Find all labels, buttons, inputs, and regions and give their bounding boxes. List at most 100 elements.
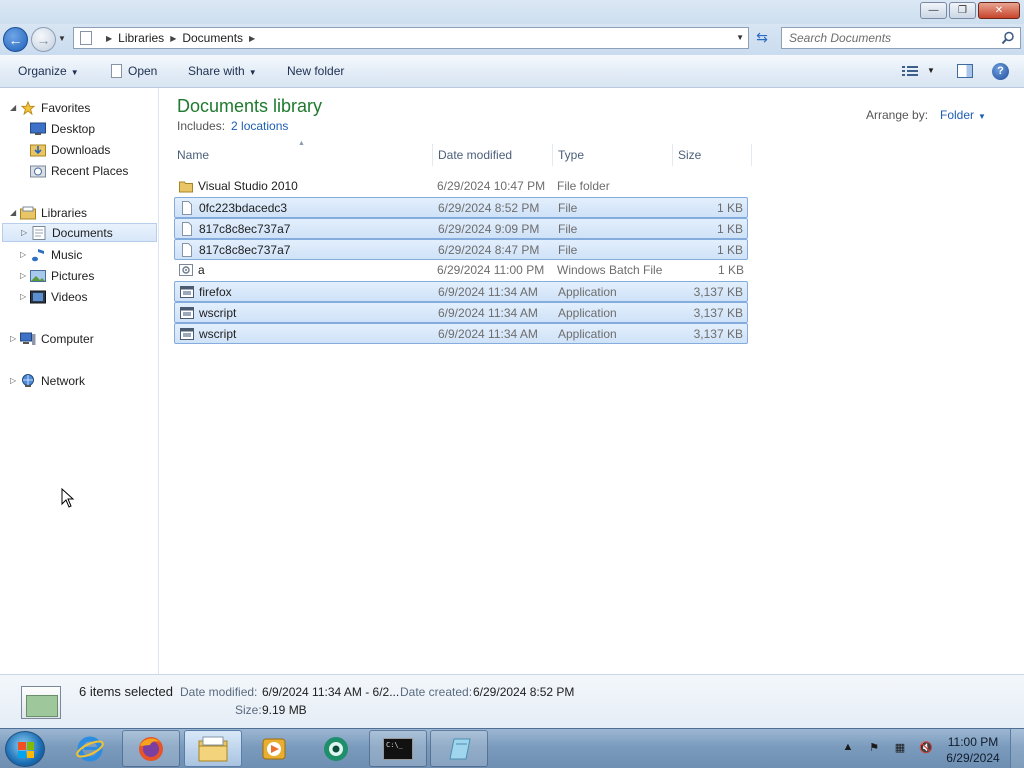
file-name: Visual Studio 2010 xyxy=(198,179,298,193)
expand-arrow-icon[interactable]: ◢ xyxy=(10,103,20,112)
locations-link[interactable]: 2 locations xyxy=(231,119,288,133)
expand-arrow-icon[interactable]: ◢ xyxy=(10,208,20,217)
nav-item-documents[interactable]: ▷ Documents xyxy=(2,223,157,242)
breadcrumb-documents[interactable]: Documents xyxy=(182,31,243,45)
close-button[interactable]: ✕ xyxy=(978,2,1020,19)
nav-item-recent-places[interactable]: Recent Places xyxy=(30,161,128,180)
chevron-right-icon[interactable]: ▶ xyxy=(106,34,112,43)
expand-arrow-icon[interactable]: ▷ xyxy=(20,250,30,259)
firefox-icon xyxy=(139,736,163,761)
file-row[interactable]: 0fc223bdacedc3 6/29/2024 8:52 PM File 1 KB xyxy=(174,197,748,218)
file-row[interactable]: wscript 6/9/2024 11:34 AM Application 3,137… xyxy=(174,323,748,344)
clock[interactable]: 11:00 PM 6/29/2024 xyxy=(944,734,1002,766)
taskbar-windows-explorer[interactable] xyxy=(184,730,242,767)
search-icon[interactable] xyxy=(1001,31,1015,45)
file-type: Application xyxy=(558,285,617,299)
file-name: firefox xyxy=(199,285,232,299)
nav-item-label: Videos xyxy=(51,289,88,304)
start-button[interactable] xyxy=(5,731,45,767)
file-row[interactable]: Visual Studio 2010 6/29/2024 10:47 PM File… xyxy=(174,176,748,197)
back-button[interactable]: ← xyxy=(3,27,28,52)
nav-item-desktop[interactable]: Desktop xyxy=(30,119,95,138)
column-header-size[interactable]: Size xyxy=(673,144,752,166)
taskbar-webcam-app[interactable] xyxy=(307,730,365,767)
address-dropdown-icon[interactable]: ▼ xyxy=(736,33,744,42)
file-date-modified: 6/9/2024 11:34 AM xyxy=(438,327,538,341)
file-row[interactable]: wscript 6/9/2024 11:34 AM Application 3,137… xyxy=(174,302,748,323)
file-icon xyxy=(180,201,194,215)
music-icon xyxy=(32,248,44,261)
file-date-modified: 6/29/2024 11:00 PM xyxy=(437,263,545,277)
star-icon xyxy=(20,100,36,115)
nav-item-label: Desktop xyxy=(51,121,96,136)
network-status-icon[interactable]: ▦ xyxy=(892,739,908,755)
explorer-icon xyxy=(198,736,228,761)
date-created-label: Date created: xyxy=(400,685,473,699)
expand-arrow-icon[interactable]: ▷ xyxy=(20,271,30,280)
organize-button[interactable]: Organize ▼ xyxy=(18,64,79,78)
share-with-button[interactable]: Share with ▼ xyxy=(188,64,257,78)
refresh-icon[interactable]: ⇆ xyxy=(752,29,772,47)
taskbar-internet-explorer[interactable] xyxy=(61,730,119,767)
desktop-icon xyxy=(30,122,46,135)
nav-item-pictures[interactable]: ▷ Pictures xyxy=(20,266,94,285)
new-folder-button[interactable]: New folder xyxy=(287,64,344,78)
chevron-down-icon: ▼ xyxy=(70,68,79,77)
pictures-icon xyxy=(30,269,46,282)
application-icon xyxy=(180,327,194,341)
recent-places-icon xyxy=(30,165,46,177)
open-button[interactable]: Open xyxy=(111,64,157,78)
column-header-type[interactable]: Type xyxy=(553,144,673,166)
file-name: wscript xyxy=(199,306,237,320)
volume-muted-icon[interactable]: 🔇 xyxy=(918,739,934,755)
show-hidden-icons-icon[interactable]: ▲ xyxy=(840,739,856,755)
file-size: 1 KB xyxy=(717,263,744,277)
column-header-date-modified[interactable]: Date modified xyxy=(433,144,553,166)
nav-computer[interactable]: ▷ Computer xyxy=(10,329,94,348)
date-modified-value: 6/9/2024 11:34 AM - 6/2... xyxy=(262,685,400,699)
application-icon xyxy=(180,285,194,299)
internet-explorer-icon xyxy=(76,736,104,761)
forward-button[interactable]: → xyxy=(31,27,56,52)
show-desktop-button[interactable] xyxy=(1010,729,1024,768)
file-row[interactable]: 817c8c8ec737a7 6/29/2024 9:09 PM File 1 KB xyxy=(174,218,748,239)
arrange-by-dropdown[interactable]: Folder ▼ xyxy=(940,108,986,122)
file-type: File folder xyxy=(557,179,610,193)
nav-libraries[interactable]: ◢ Libraries xyxy=(10,203,87,222)
nav-item-videos[interactable]: ▷ Videos xyxy=(20,287,87,306)
view-options-dropdown[interactable]: ▼ xyxy=(927,66,935,75)
nav-item-downloads[interactable]: Downloads xyxy=(30,140,110,159)
taskbar-command-prompt[interactable]: C:\_ xyxy=(369,730,427,767)
file-row[interactable]: a 6/29/2024 11:00 PM Windows Batch File 1 K… xyxy=(174,260,748,281)
address-bar[interactable]: ▶ Libraries ▶ Documents ▶ ▼ xyxy=(73,27,749,49)
taskbar-notepad[interactable] xyxy=(430,730,488,767)
expand-arrow-icon[interactable]: ▷ xyxy=(21,228,31,237)
breadcrumb-libraries[interactable]: Libraries xyxy=(118,31,164,45)
chevron-right-icon[interactable]: ▶ xyxy=(170,34,176,43)
taskbar-media-player[interactable] xyxy=(245,730,303,767)
help-icon[interactable]: ? xyxy=(992,63,1009,80)
date-created-value: 6/29/2024 8:52 PM xyxy=(473,685,575,699)
nav-network[interactable]: ▷ Network xyxy=(10,371,85,390)
expand-arrow-icon[interactable]: ▷ xyxy=(10,334,20,343)
library-title: Documents library xyxy=(177,96,323,116)
preview-pane-icon[interactable] xyxy=(957,64,973,78)
taskbar-firefox[interactable] xyxy=(122,730,180,767)
expand-arrow-icon[interactable]: ▷ xyxy=(20,292,30,301)
nav-item-label: Music xyxy=(51,247,83,262)
nav-item-music[interactable]: ▷ Music xyxy=(20,245,82,264)
change-view-icon[interactable] xyxy=(902,65,918,77)
computer-icon xyxy=(20,332,36,345)
column-header-name[interactable]: Name xyxy=(172,144,433,166)
size-label: Size: xyxy=(235,703,262,717)
expand-arrow-icon[interactable]: ▷ xyxy=(10,376,20,385)
action-center-flag-icon[interactable]: ⚑ xyxy=(866,739,882,755)
maximize-button[interactable]: ❐ xyxy=(949,2,976,19)
file-row[interactable]: 817c8c8ec737a7 6/29/2024 8:47 PM File 1 KB xyxy=(174,239,748,260)
recent-pages-dropdown[interactable]: ▼ xyxy=(58,34,66,43)
minimize-button[interactable]: — xyxy=(920,2,947,19)
nav-favorites[interactable]: ◢ Favorites xyxy=(10,98,90,117)
chevron-right-icon[interactable]: ▶ xyxy=(249,34,255,43)
file-row[interactable]: firefox 6/9/2024 11:34 AM Application 3,137… xyxy=(174,281,748,302)
search-input[interactable] xyxy=(782,28,992,48)
